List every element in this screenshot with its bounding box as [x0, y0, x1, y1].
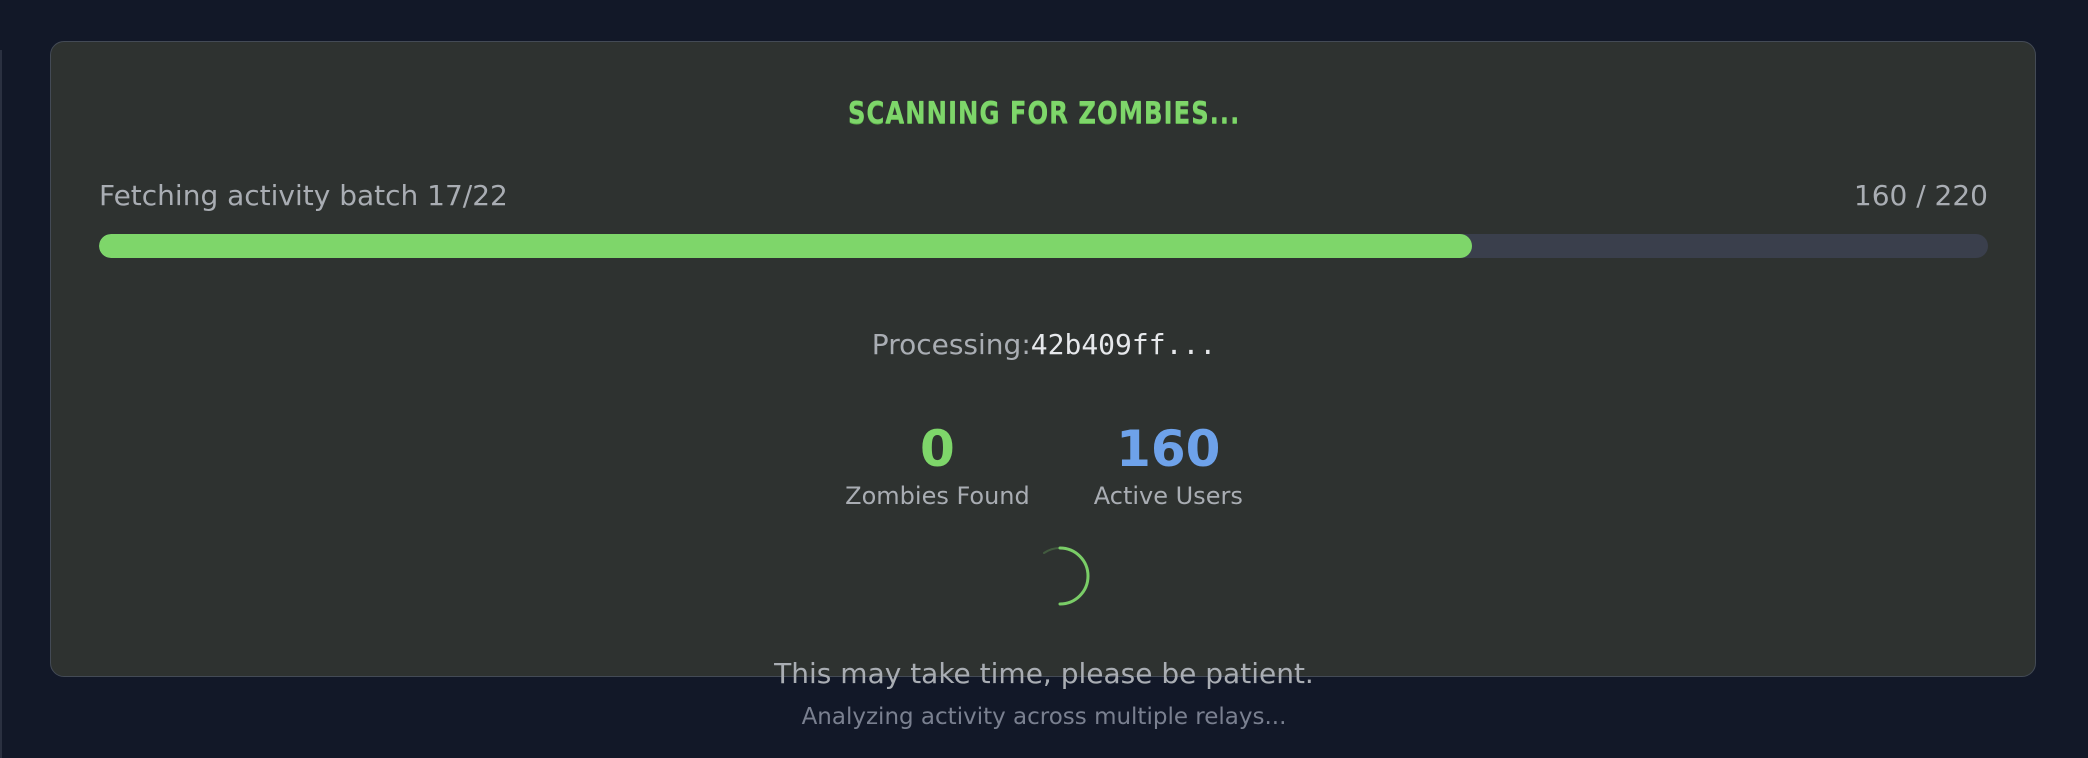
active-users-label: Active Users: [1093, 482, 1243, 510]
window-edge-divider: [0, 50, 2, 758]
loading-spinner-icon: [1043, 546, 1090, 606]
zombies-found-count: 0: [920, 420, 955, 478]
processing-label: Processing:: [871, 328, 1031, 361]
active-users-count: 160: [1116, 420, 1221, 478]
patience-message: This may take time, please be patient.: [774, 657, 1314, 690]
processing-id: 42b409ff...: [1030, 328, 1217, 361]
processing-line: Processing:42b409ff...: [0, 328, 2088, 361]
batch-status-text: Fetching activity batch 17/22: [99, 179, 508, 212]
stat-active-users: 160 Active Users: [1094, 418, 1243, 510]
stat-zombies-found: 0 Zombies Found: [845, 418, 1030, 510]
progress-bar: [99, 234, 1988, 258]
progress-bar-fill: [99, 234, 1473, 258]
scan-title: SCANNING FOR ZOMBIES...: [847, 96, 1241, 131]
progress-count: 160 / 220: [1853, 179, 1988, 212]
analyzing-message: Analyzing activity across multiple relay…: [801, 704, 1287, 730]
zombies-found-label: Zombies Found: [845, 482, 1030, 510]
stats-row: 0 Zombies Found 160 Active Users: [0, 418, 2088, 510]
